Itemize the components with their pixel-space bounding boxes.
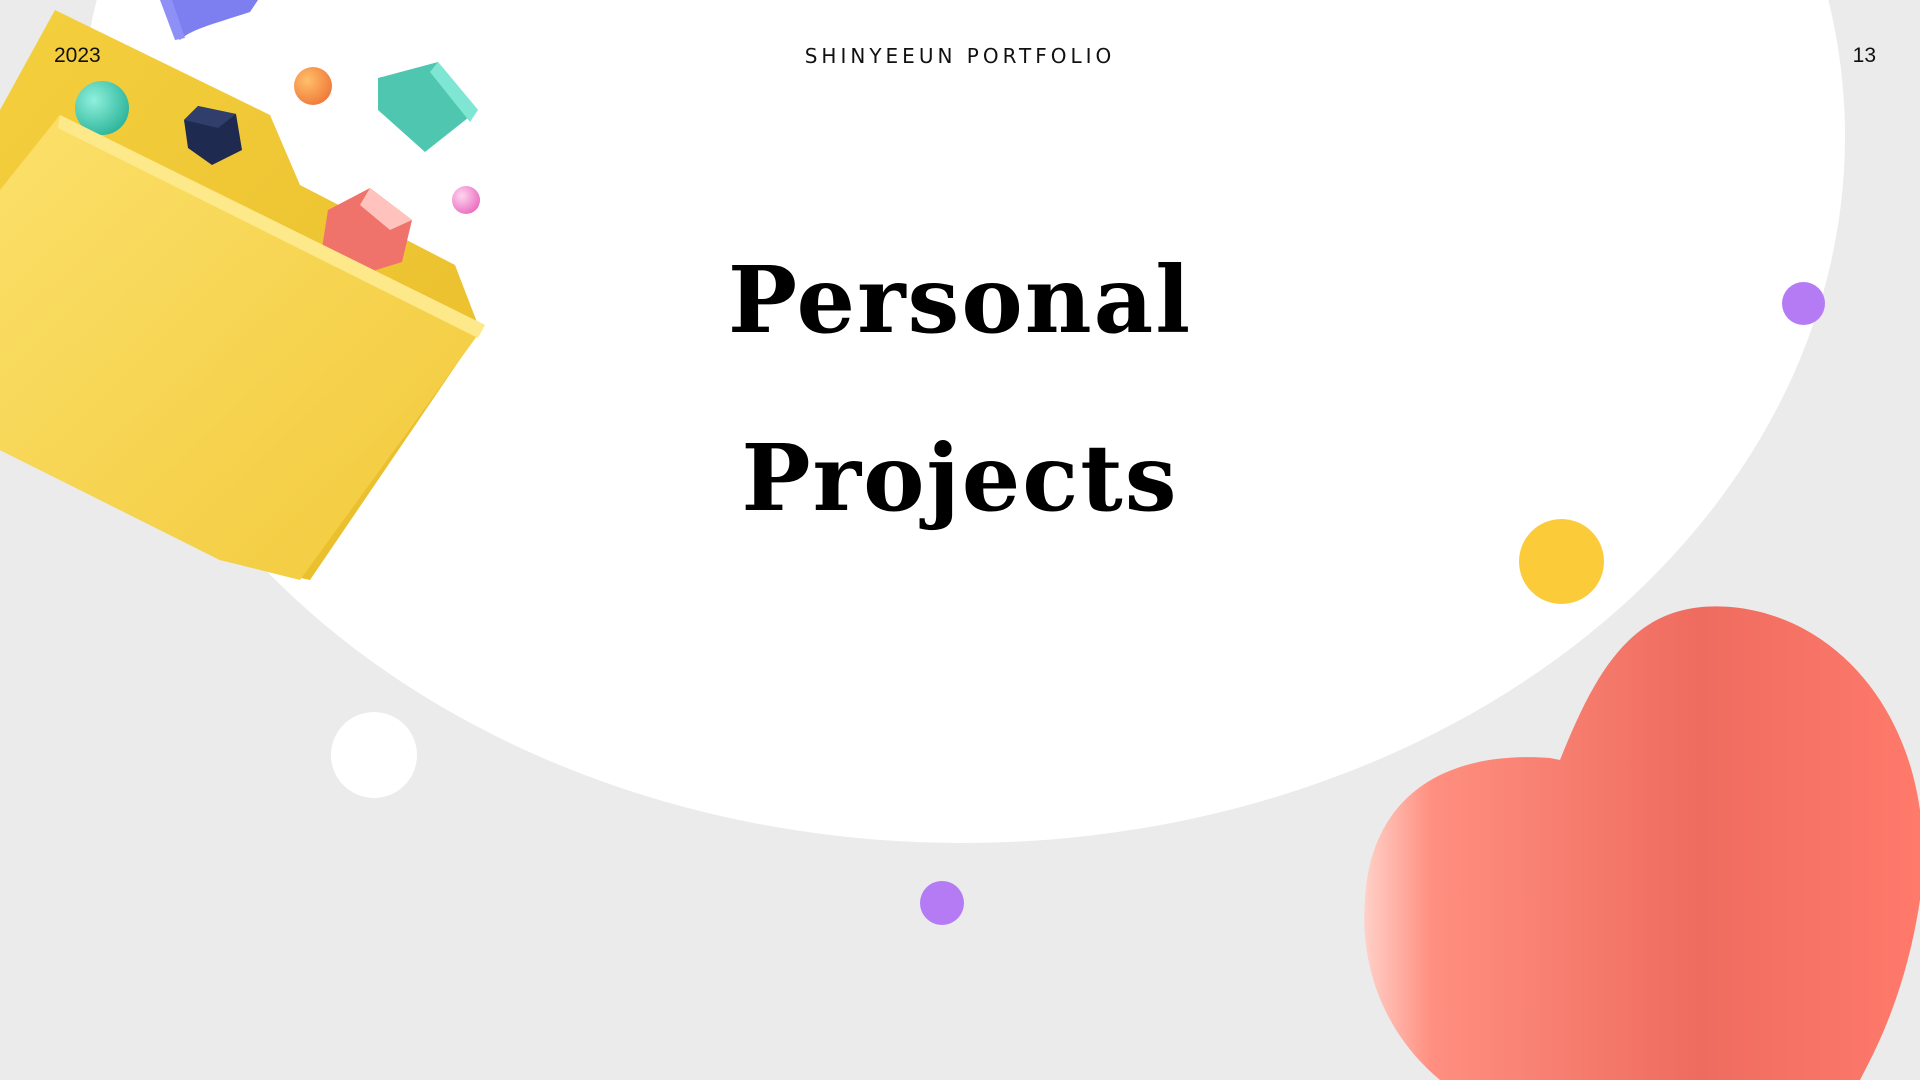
slide: 2023 SHINYEEUN PORTFOLIO 13 Personal Pro…: [0, 0, 1920, 1080]
slide-title-line2: Projects: [741, 424, 1179, 532]
slide-title-line1: Personal: [727, 246, 1193, 354]
purple-dot-bottom: [920, 881, 964, 925]
page-number: 13: [1852, 44, 1876, 67]
white-dot: [331, 712, 417, 798]
heart-icon: [1364, 606, 1920, 1080]
header-brand: SHINYEEUN PORTFOLIO: [804, 44, 1116, 68]
